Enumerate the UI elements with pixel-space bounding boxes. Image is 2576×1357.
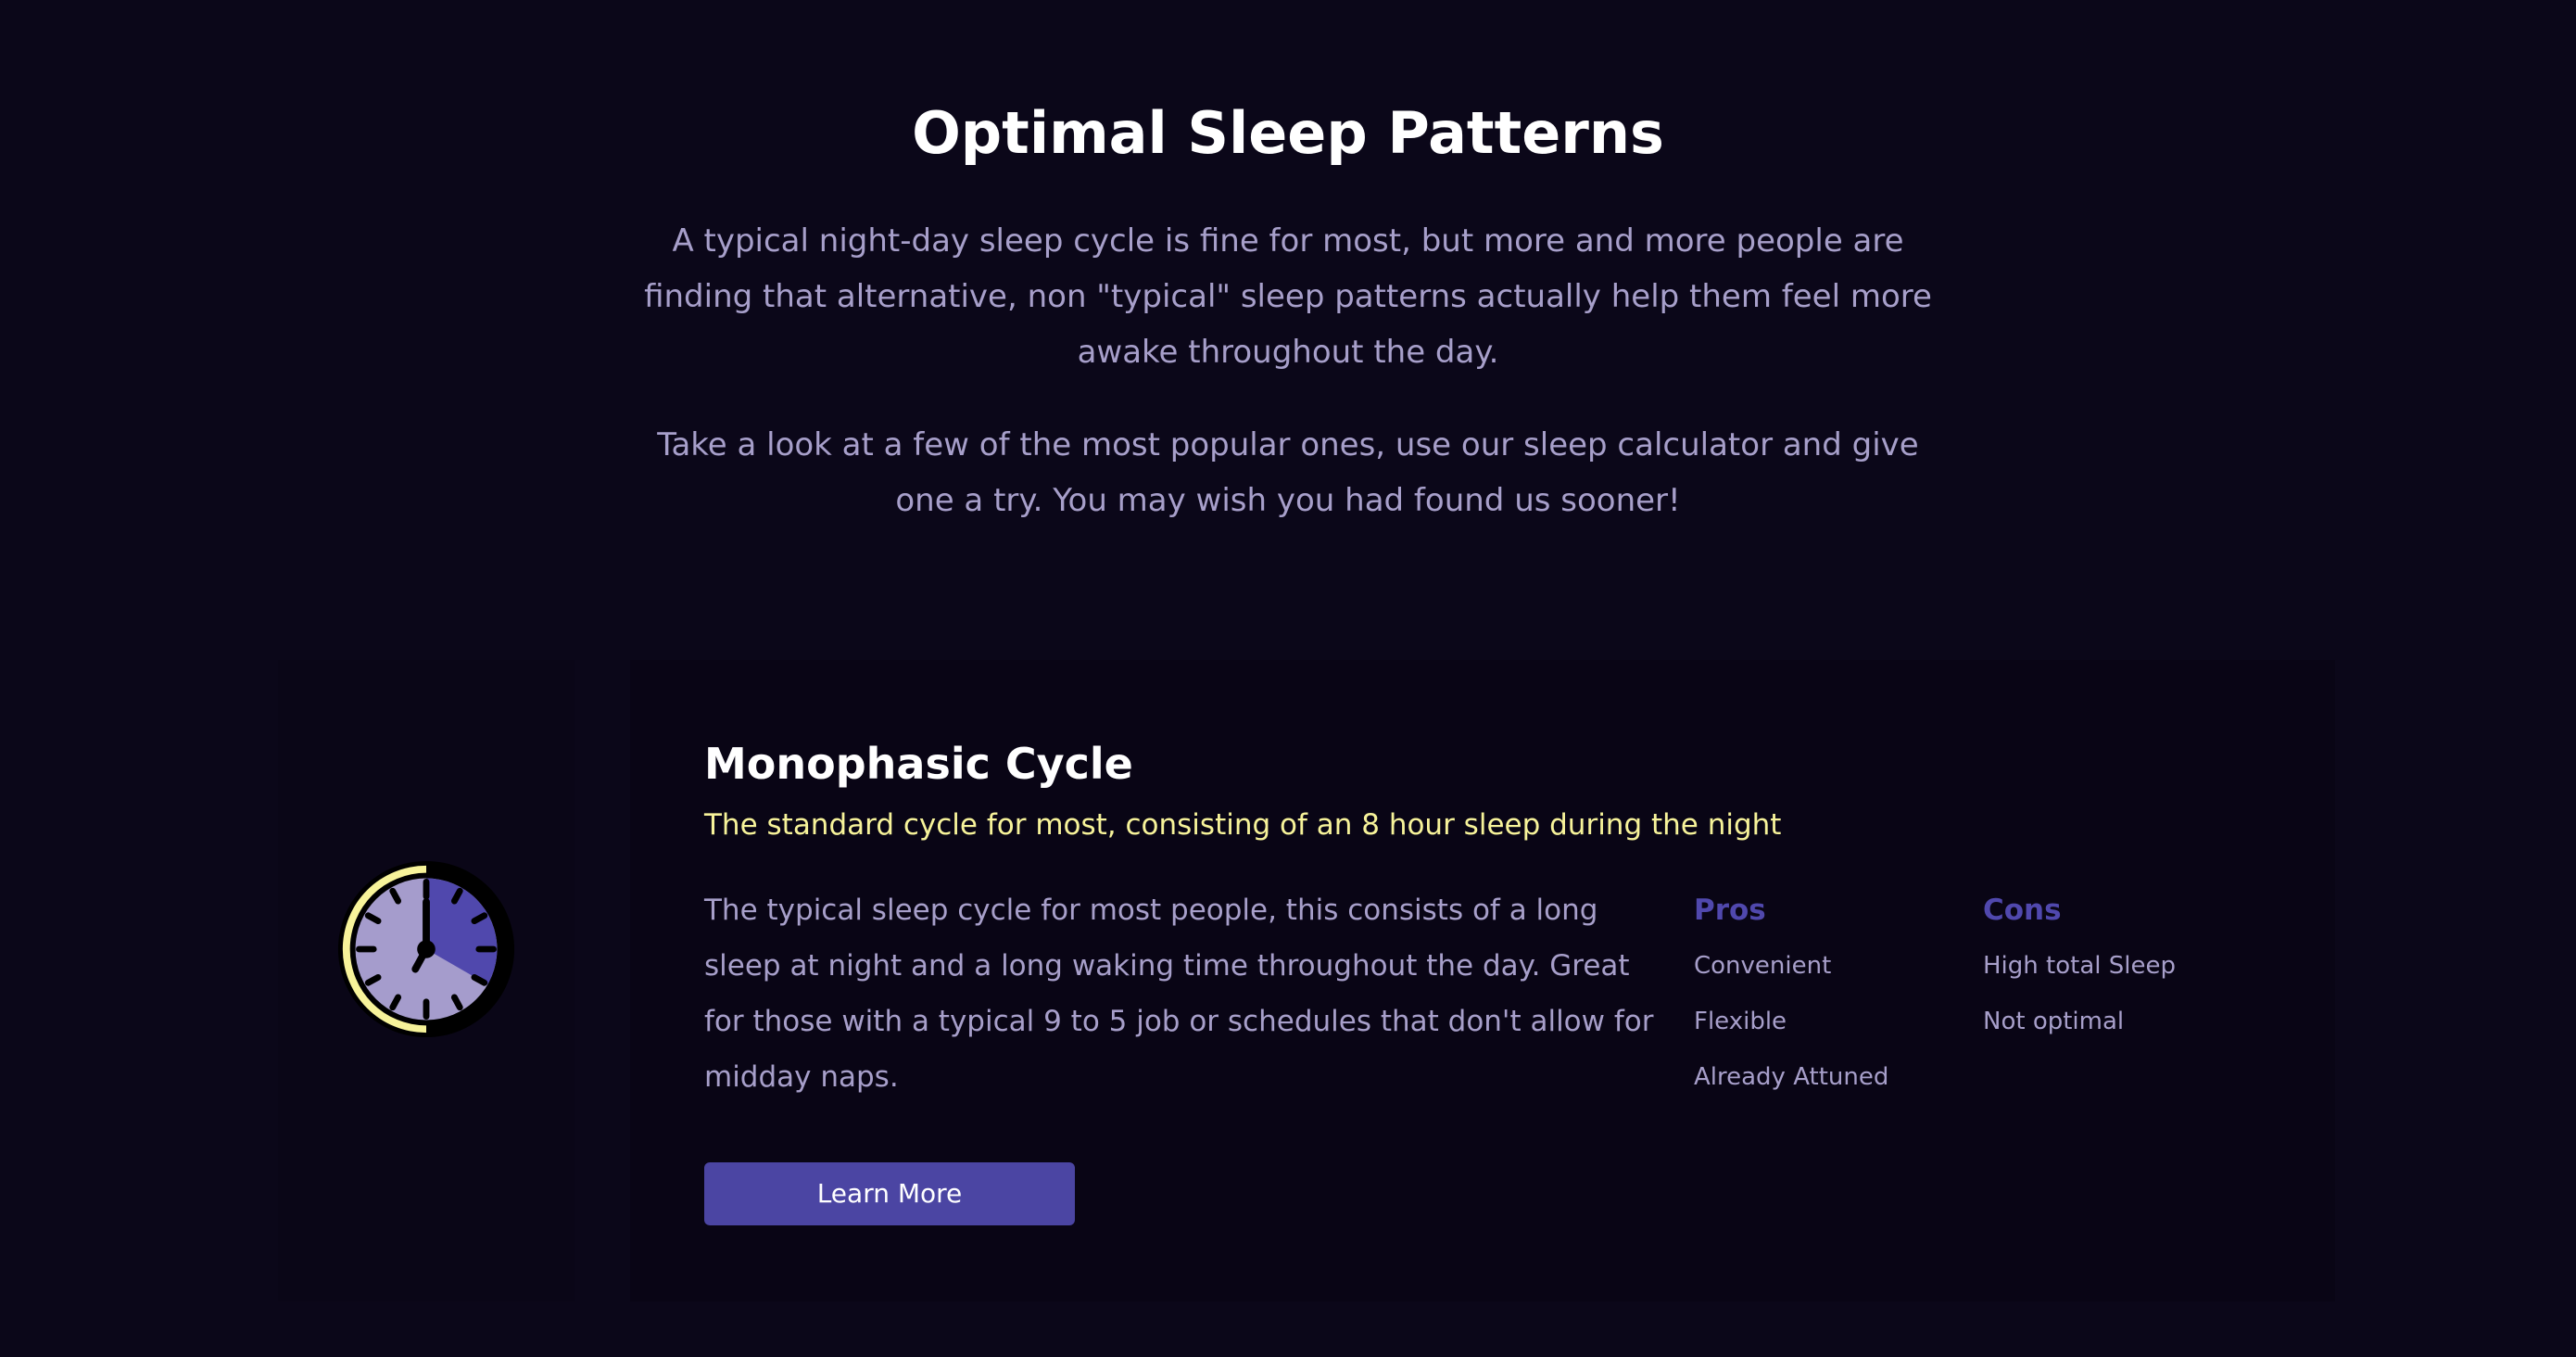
learn-more-button[interactable]: Learn More: [704, 1162, 1075, 1225]
intro-paragraph: A typical night-day sleep cycle is fine …: [644, 222, 1932, 371]
intro-call-to-action: Take a look at a few of the most popular…: [657, 426, 1919, 519]
pros-item: Convenient: [1694, 952, 1832, 980]
cycle-description: The typical sleep cycle for most people,…: [704, 894, 1654, 1094]
cons-list: High total Sleep Not optimal: [1983, 938, 2261, 1049]
cons-item: Not optimal: [1983, 1008, 2125, 1035]
cycle-title: Monophasic Cycle: [704, 739, 1133, 789]
cycle-subtitle: The standard cycle for most, consisting …: [704, 808, 1782, 842]
monophasic-cycle-card: Monophasic Cycle The standard cycle for …: [630, 660, 2335, 1301]
pros-item: Flexible: [1694, 1008, 1787, 1035]
pros-item: Already Attuned: [1694, 1063, 1889, 1091]
cycle-icon-panel: [278, 660, 575, 1301]
pros-list: Convenient Flexible Already Attuned: [1694, 938, 1972, 1105]
pros-column: Pros Convenient Flexible Already Attuned: [1694, 882, 1972, 1105]
page: Optimal Sleep Patterns A typical night-d…: [0, 0, 2576, 1357]
cons-heading: Cons: [1983, 894, 2062, 927]
cons-column: Cons High total Sleep Not optimal: [1983, 882, 2261, 1049]
page-title: Optimal Sleep Patterns: [912, 99, 1664, 167]
clock-icon: [337, 860, 515, 1038]
pros-heading: Pros: [1694, 894, 1766, 927]
cons-item: High total Sleep: [1983, 952, 2176, 980]
